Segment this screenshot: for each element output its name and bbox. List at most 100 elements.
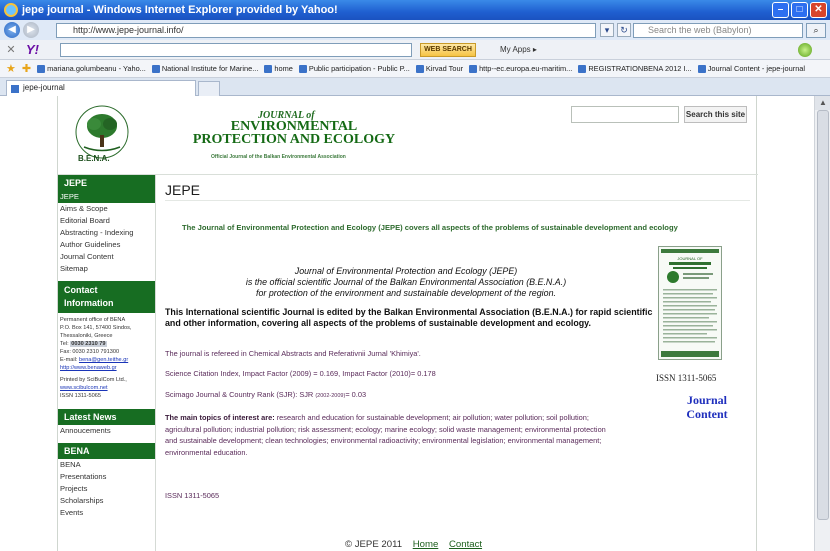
favorite-link[interactable]: Journal Content - jepe-journal — [697, 64, 806, 73]
sidebar-item-journal-content[interactable]: Journal Content — [58, 251, 155, 263]
email-link[interactable]: bena@gen.teithe.gr — [79, 357, 128, 363]
back-icon[interactable]: ◀ — [4, 22, 20, 38]
favorite-label: National Institute for Marine... — [161, 64, 259, 73]
sidebar-item-editorial-board[interactable]: Editorial Board — [58, 215, 155, 227]
tab-jepe-journal[interactable]: jepe-journal — [6, 80, 196, 96]
tel-label: Tel: — [60, 341, 69, 347]
site-search-input[interactable] — [571, 106, 679, 123]
sidebar-heading-bena: BENA — [58, 443, 155, 459]
journal-content-label: Journal Content — [686, 393, 728, 421]
printer-link[interactable]: www.scibulcom.net — [60, 384, 153, 392]
page-icon — [264, 64, 273, 73]
scrollbar-thumb[interactable] — [817, 110, 829, 520]
page-title: JEPE — [165, 182, 201, 198]
web-search-button[interactable]: WEB SEARCH — [420, 43, 476, 57]
page-icon — [697, 64, 706, 73]
page-viewport: B.E.N.A. JOURNAL of ENVIRONMENTAL PROTEC… — [0, 96, 830, 551]
intro-line: is the official scientific Journal of th… — [245, 277, 567, 287]
topics-label: The main topics of interest are: — [165, 413, 275, 422]
contact-info: Permanent office of BENA P.O. Box 141, 5… — [58, 313, 155, 403]
favorite-link[interactable]: Kirvad Tour — [415, 64, 463, 73]
forward-icon[interactable]: ▶ — [23, 22, 39, 38]
intro-line: for protection of the environment and su… — [256, 288, 556, 298]
favorite-link[interactable]: National Institute for Marine... — [151, 64, 259, 73]
maximize-button[interactable]: □ — [791, 2, 808, 18]
favorite-label: http--ec.europa.eu-maritim... — [479, 64, 573, 73]
sidebar-item-presentations[interactable]: Presentations — [58, 471, 155, 483]
refresh-icon[interactable]: ↻ — [617, 23, 631, 37]
journal-content-link[interactable]: Journal Content — [680, 393, 734, 421]
printed-by: Printed by SciBulCom Ltd., — [60, 377, 127, 383]
favorites-bar: ★ ✚ mariana.golumbeanu - Yaho... Nationa… — [0, 60, 830, 78]
cover-issn: ISSN 1311-5065 — [656, 373, 717, 383]
my-apps-button[interactable]: My Apps ▸ — [500, 43, 537, 57]
impact-factor-text: Science Citation Index, Impact Factor (2… — [165, 369, 436, 378]
footer-home-link[interactable]: Home — [413, 539, 439, 550]
add-favorites-icon[interactable]: ✚ — [22, 62, 31, 75]
svg-text:JOURNAL OF: JOURNAL OF — [677, 256, 703, 261]
bena-logo-text: B.E.N.A. — [78, 154, 110, 163]
new-tab-button[interactable] — [198, 81, 220, 96]
page-icon — [415, 64, 424, 73]
favorite-label: mariana.golumbeanu - Yaho... — [47, 64, 146, 73]
ie-icon — [4, 3, 18, 17]
topics-paragraph: The main topics of interest are: researc… — [165, 412, 615, 458]
journal-title[interactable]: ENVIRONMENTAL PROTECTION AND ECOLOGY — [188, 120, 400, 147]
header-divider — [58, 174, 758, 175]
sidebar-item-projects[interactable]: Projects — [58, 483, 155, 495]
yahoo-logo[interactable]: Y! — [26, 42, 39, 57]
sidebar-item-sitemap[interactable]: Sitemap — [58, 263, 155, 275]
sidebar-item-author-guidelines[interactable]: Author Guidelines — [58, 239, 155, 251]
close-toolbar-icon[interactable]: ✕ — [4, 43, 18, 56]
scimago-text: Scimago Journal & Country Rank (SJR): SJ… — [165, 390, 366, 399]
eu-flag-icon — [469, 64, 478, 73]
sidebar-item-scholarships[interactable]: Scholarships — [58, 495, 155, 507]
favorite-label: REGISTRATIONBENA 2012 I... — [588, 64, 692, 73]
description-paragraph: This International scientific Journal is… — [165, 307, 653, 328]
favorite-link[interactable]: REGISTRATIONBENA 2012 I... — [578, 64, 692, 73]
title-divider — [165, 200, 750, 201]
sidebar-item-abstracting-indexing[interactable]: Abstracting - Indexing — [58, 227, 155, 239]
search-icon[interactable]: ⌕ — [806, 23, 826, 38]
favorites-star-icon[interactable]: ★ — [6, 62, 16, 75]
status-icon[interactable] — [798, 43, 812, 57]
email-label: E-mail: — [60, 357, 78, 363]
page-icon — [578, 64, 587, 73]
favorite-label: Journal Content - jepe-journal — [707, 64, 806, 73]
tab-bar: jepe-journal — [0, 78, 830, 96]
address-bar[interactable]: http://www.jepe-journal.info/ — [56, 23, 596, 38]
minimize-button[interactable]: – — [772, 2, 789, 18]
copyright-text: © JEPE 2011 — [345, 539, 403, 550]
main-issn: ISSN 1311-5065 — [165, 491, 220, 500]
vertical-scrollbar[interactable]: ▲ — [814, 96, 830, 551]
sidebar-item-aims-scope[interactable]: Aims & Scope — [58, 203, 155, 215]
sidebar-item-jepe[interactable]: JEPE — [58, 191, 155, 203]
scimago-label: Scimago Journal & Country Rank (SJR): SJ… — [165, 390, 314, 399]
tel-number[interactable]: 0030 2310 79 — [70, 341, 107, 347]
journal-cover-image[interactable]: JOURNAL OF — [658, 246, 722, 360]
sidebar-item-bena[interactable]: BENA — [58, 459, 155, 471]
website-link[interactable]: http://www.benaweb.gr — [60, 364, 153, 372]
scroll-up-icon[interactable]: ▲ — [815, 96, 830, 110]
mail-icon — [37, 64, 46, 73]
web-search-input[interactable]: Search the web (Babylon) — [633, 23, 803, 38]
dropdown-icon[interactable]: ▾ — [600, 23, 614, 37]
my-apps-label: My Apps — [500, 45, 531, 54]
close-button[interactable]: ✕ — [810, 2, 827, 18]
yahoo-toolbar: ✕ Y! WEB SEARCH My Apps ▸ — [0, 40, 830, 60]
footer-contact-link[interactable]: Contact — [449, 539, 482, 550]
contact-line: P.O. Box 141, 57400 Sindos, — [60, 325, 132, 331]
sidebar-item-events[interactable]: Events — [58, 507, 155, 519]
favorite-label: home — [274, 64, 293, 73]
fax-number: Fax: 0030 2310 791300 — [60, 349, 120, 355]
tab-label: jepe-journal — [23, 83, 65, 92]
page-icon — [151, 64, 160, 73]
favorite-link[interactable]: mariana.golumbeanu - Yaho... — [37, 64, 146, 73]
favorite-link[interactable]: Public participation - Public P... — [298, 64, 410, 73]
yahoo-search-input[interactable] — [60, 43, 412, 57]
page-icon — [298, 64, 307, 73]
search-site-button[interactable]: Search this site — [684, 106, 747, 123]
sidebar-item-announcements[interactable]: Annoucements — [58, 425, 155, 437]
favorite-link[interactable]: http--ec.europa.eu-maritim... — [469, 64, 572, 73]
favorite-link[interactable]: home — [264, 64, 293, 73]
